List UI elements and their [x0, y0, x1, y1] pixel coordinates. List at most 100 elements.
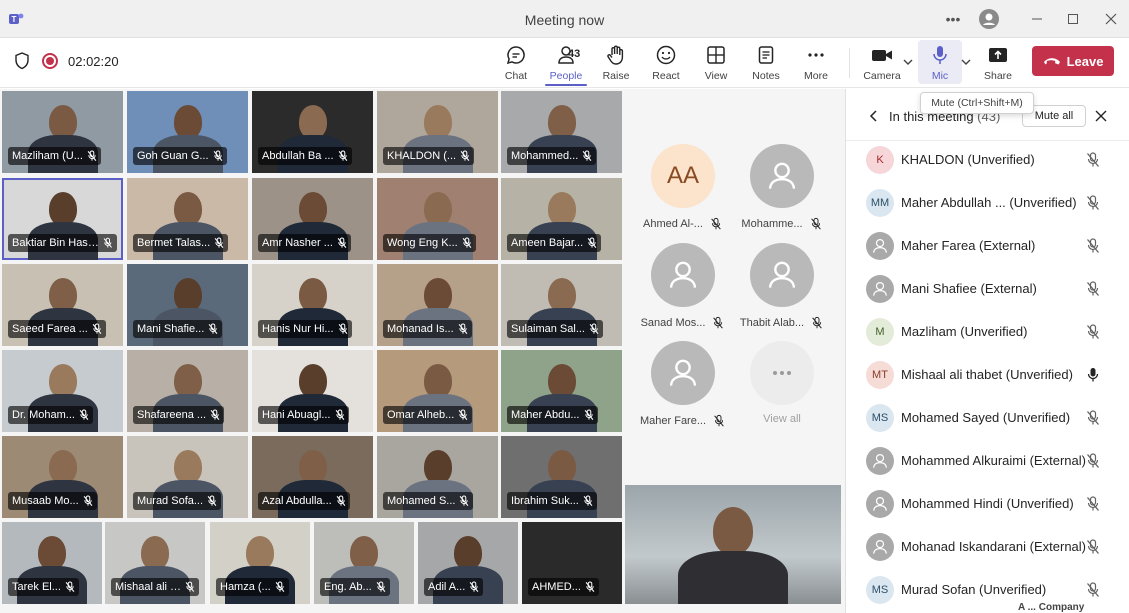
video-tile[interactable]: Azal Abdulla... [252, 436, 373, 518]
tile-name-label: Sulaiman Sal... [507, 320, 603, 338]
audio-participant-tile[interactable]: Mohamme... [732, 144, 832, 232]
tile-name-text: Mohammed... [511, 150, 579, 162]
notes-button[interactable]: Notes [742, 42, 790, 84]
participant-row[interactable]: Mohanad Iskandarani (External) [846, 526, 1129, 569]
muted-mic-icon[interactable] [1086, 195, 1100, 216]
video-tile[interactable]: Hamza (... [210, 522, 310, 604]
notes-label: Notes [752, 70, 780, 82]
muted-mic-icon[interactable] [1086, 582, 1100, 603]
participant-face [173, 450, 202, 484]
muted-mic-icon[interactable] [1086, 152, 1100, 173]
muted-mic-icon [713, 316, 724, 330]
microphone-icon[interactable] [1086, 367, 1100, 388]
participant-row[interactable]: Mani Shafiee (External) [846, 268, 1129, 311]
camera-button[interactable]: Camera [858, 42, 906, 84]
participant-row[interactable]: Mohammed Hindi (Unverified) [846, 483, 1129, 526]
audio-participant-tile[interactable]: Maher Fare... [633, 341, 733, 429]
muted-mic-icon[interactable] [1086, 238, 1100, 259]
close-icon[interactable] [1100, 8, 1122, 30]
muted-mic-icon [583, 495, 593, 507]
video-tile[interactable]: Omar Alheb... [377, 350, 498, 432]
participant-avatar [651, 341, 715, 405]
more-options-icon[interactable]: ••• [942, 8, 964, 30]
participant-row[interactable]: K KHALDON (Unverified) [846, 139, 1129, 182]
react-button[interactable]: React [642, 42, 690, 84]
raise-hand-button[interactable]: Raise [592, 42, 640, 84]
audio-participant-tile[interactable]: AA Ahmed Al-... [633, 144, 733, 232]
share-button[interactable]: Share [974, 42, 1022, 84]
muted-mic-icon[interactable] [1086, 453, 1100, 474]
tile-name-label: Wong Eng K... [383, 234, 476, 252]
participant-face [173, 364, 202, 398]
close-panel-icon[interactable] [1095, 110, 1107, 122]
video-tile[interactable]: Abdullah Ba ... [252, 91, 373, 173]
video-tile[interactable]: Mani Shafie... [127, 264, 248, 346]
tile-name-label: Hamza (... [216, 578, 289, 596]
video-tile[interactable]: Mishaal ali t... [105, 522, 205, 604]
video-tile[interactable]: Hani Abuagl... [252, 350, 373, 432]
participant-row[interactable]: MS Murad Sofan (Unverified) [846, 569, 1129, 612]
leave-button[interactable]: Leave [1032, 46, 1114, 76]
muted-mic-icon[interactable] [1086, 496, 1100, 517]
video-tile[interactable]: Sulaiman Sal... [501, 264, 622, 346]
profile-avatar[interactable] [978, 8, 1000, 30]
video-tile[interactable]: Mohamed S... [377, 436, 498, 518]
muted-mic-icon [83, 495, 93, 507]
video-tile[interactable]: Amr Nasher ... [252, 178, 373, 260]
video-tile[interactable]: Adil A... [418, 522, 518, 604]
participant-face [547, 278, 576, 312]
view-all-button[interactable]: View all [732, 341, 832, 425]
more-button[interactable]: More [792, 42, 840, 84]
participant-face [298, 364, 327, 398]
tile-name-text: Maher Abdu... [511, 409, 580, 421]
people-button[interactable]: 43 People [542, 42, 590, 84]
video-tile[interactable]: AHMED... [522, 522, 622, 604]
audio-participant-tile[interactable]: Thabit Alab... [732, 243, 832, 331]
tile-name-text: Bermet Talas... [137, 237, 211, 249]
participant-avatar [750, 144, 814, 208]
video-tile[interactable]: Dr. Moham... [2, 350, 123, 432]
video-tile[interactable]: Baktiar Bin Hasn... [2, 178, 123, 260]
participant-row[interactable]: MT Mishaal ali thabet (Unverified) [846, 354, 1129, 397]
tile-name-label: Adil A... [424, 578, 484, 596]
muted-mic-icon[interactable] [1086, 281, 1100, 302]
video-tile[interactable]: Maher Abdu... [501, 350, 622, 432]
video-tile[interactable]: Saeed Farea ... [2, 264, 123, 346]
participant-row[interactable]: MS Mohamed Sayed (Unverified) [846, 397, 1129, 440]
video-tile[interactable]: Murad Sofa... [127, 436, 248, 518]
mic-options-chevron-icon[interactable] [960, 56, 972, 68]
participant-row[interactable]: MM Maher Abdullah ... (Unverified) [846, 182, 1129, 225]
participant-row[interactable]: Mohammed Alkuraimi (External) [846, 440, 1129, 483]
minimize-icon[interactable] [1026, 8, 1048, 30]
self-video-tile[interactable] [625, 485, 841, 604]
video-tile[interactable]: Mohanad Is... [377, 264, 498, 346]
video-tile[interactable]: Mazliham (U... [2, 91, 123, 173]
video-tile[interactable]: Shafareena ... [127, 350, 248, 432]
video-tile[interactable]: KHALDON (... [377, 91, 498, 173]
video-tile[interactable]: Ameen Bajar... [501, 178, 622, 260]
video-tile[interactable]: Bermet Talas... [127, 178, 248, 260]
video-tile[interactable]: Eng. Ab... [314, 522, 414, 604]
view-button[interactable]: View [692, 42, 740, 84]
muted-mic-icon [469, 581, 479, 593]
camera-label: Camera [863, 70, 901, 82]
chat-button[interactable]: Chat [492, 42, 540, 84]
camera-options-chevron-icon[interactable] [902, 56, 914, 68]
video-tile[interactable]: Musaab Mo... [2, 436, 123, 518]
mic-button[interactable]: Mic [916, 42, 964, 84]
muted-mic-icon[interactable] [1086, 324, 1100, 345]
video-tile[interactable]: Wong Eng K... [377, 178, 498, 260]
maximize-icon[interactable] [1062, 8, 1084, 30]
video-tile[interactable]: Hanis Nur Hi... [252, 264, 373, 346]
video-tile[interactable]: Goh Guan G... [127, 91, 248, 173]
participant-row[interactable]: M Mazliham (Unverified) [846, 311, 1129, 354]
back-chevron-icon[interactable] [868, 109, 880, 123]
video-tile[interactable]: Tarek El... [2, 522, 102, 604]
shield-icon[interactable] [14, 52, 30, 70]
participant-row[interactable]: Maher Farea (External) [846, 225, 1129, 268]
muted-mic-icon[interactable] [1086, 410, 1100, 431]
muted-mic-icon[interactable] [1086, 539, 1100, 560]
video-tile[interactable]: Mohammed... [501, 91, 622, 173]
audio-participant-tile[interactable]: Sanad Mos... [633, 243, 733, 331]
video-tile[interactable]: Ibrahim Suk... [501, 436, 622, 518]
